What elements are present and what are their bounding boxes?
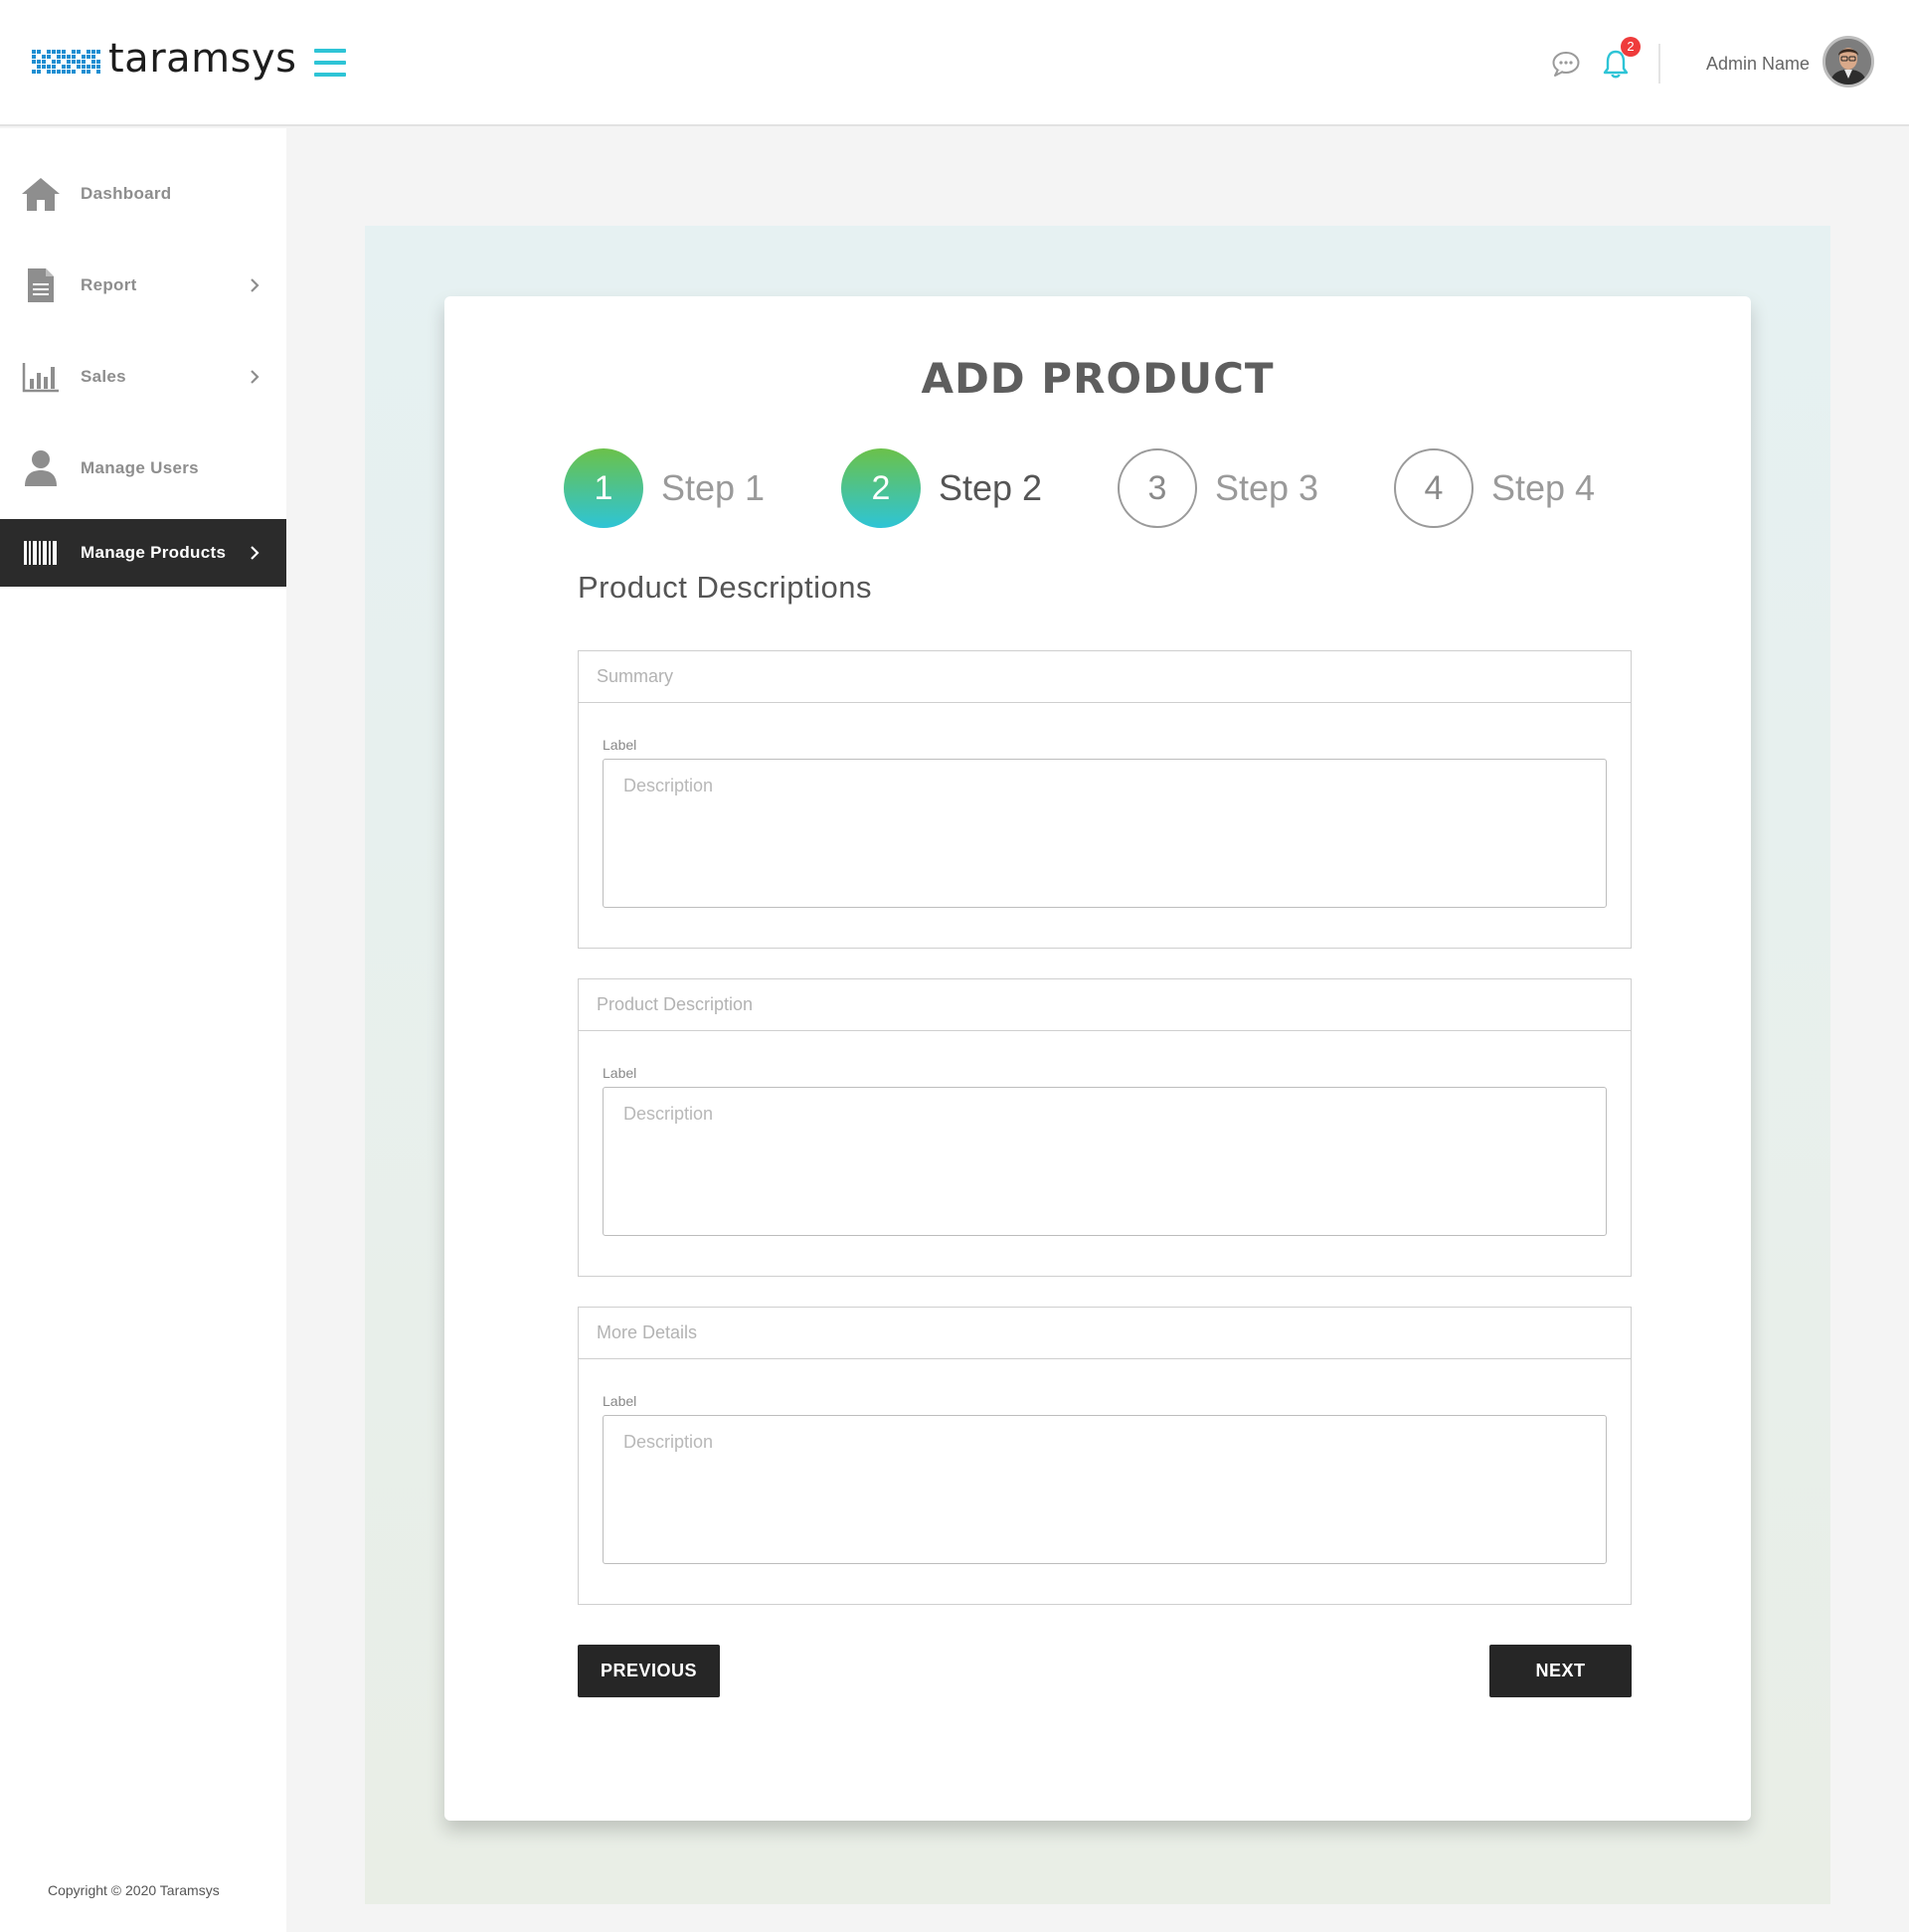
more-details-field-group: More Details Label Description (578, 1307, 1632, 1605)
bar-chart-icon (20, 357, 62, 397)
sidebar-item-sales[interactable]: Sales (0, 343, 286, 411)
chevron-right-icon (251, 278, 260, 292)
step-label: Step 4 (1491, 467, 1596, 508)
product-description-title-input[interactable]: Product Description (579, 979, 1631, 1031)
sidebar-item-label: Manage Products (81, 543, 227, 562)
more-details-description-textarea[interactable]: Description (603, 1415, 1607, 1564)
previous-button[interactable]: PREVIOUS (578, 1645, 720, 1697)
step-3[interactable]: 3 Step 3 (1118, 448, 1318, 528)
section-heading: Product Descriptions (578, 570, 873, 605)
step-label: Step 1 (661, 467, 766, 508)
step-number: 1 (564, 448, 643, 528)
sidebar-item-label: Report (81, 275, 137, 294)
avatar[interactable] (1822, 36, 1874, 88)
add-product-card: ADD PRODUCT 1 Step 1 2 Step 2 3 Step 3 4… (444, 296, 1751, 1821)
header-divider (1658, 44, 1660, 84)
admin-name[interactable]: Admin Name (1690, 52, 1810, 76)
user-icon (20, 448, 62, 488)
summary-description-textarea[interactable]: Description (603, 759, 1607, 908)
field-label: Label (603, 1393, 637, 1409)
brand-name: taramsys (108, 36, 297, 82)
copyright-text: Copyright © 2020 Taramsys (48, 1882, 220, 1898)
step-label: Step 2 (939, 467, 1043, 508)
step-number: 3 (1118, 448, 1197, 528)
sidebar-item-manage-users[interactable]: Manage Users (0, 435, 286, 502)
sidebar-item-label: Manage Users (81, 458, 199, 477)
sidebar-item-dashboard[interactable]: Dashboard (0, 160, 286, 228)
sidebar-item-manage-products[interactable]: Manage Products (0, 519, 286, 587)
page-title: ADD PRODUCT (921, 354, 1275, 403)
summary-title-input[interactable]: Summary (579, 651, 1631, 703)
logo-mark (32, 50, 100, 74)
sidebar: Dashboard Report Sales Manage Users Mana… (0, 128, 286, 1932)
chevron-right-icon (251, 546, 260, 560)
more-details-title-input[interactable]: More Details (579, 1308, 1631, 1359)
document-icon (20, 265, 62, 305)
step-1[interactable]: 1 Step 1 (564, 448, 765, 528)
sidebar-item-report[interactable]: Report (0, 252, 286, 319)
notification-badge: 2 (1621, 37, 1641, 57)
sidebar-item-label: Dashboard (81, 184, 172, 203)
step-number: 4 (1394, 448, 1474, 528)
product-description-field-group: Product Description Label Description (578, 978, 1632, 1277)
top-header: taramsys 2 Admin Name (0, 0, 1909, 126)
barcode-icon (20, 533, 62, 573)
stepper: 1 Step 1 2 Step 2 3 Step 3 4 Step 4 (444, 448, 1751, 528)
step-4[interactable]: 4 Step 4 (1394, 448, 1595, 528)
next-button[interactable]: NEXT (1489, 1645, 1632, 1697)
sidebar-item-label: Sales (81, 367, 126, 386)
chevron-right-icon (251, 370, 260, 384)
chat-icon[interactable] (1551, 50, 1581, 78)
avatar-image (1825, 39, 1871, 85)
hamburger-menu-icon[interactable] (314, 49, 346, 77)
field-label: Label (603, 1065, 637, 1081)
brand-logo[interactable]: taramsys (32, 36, 297, 84)
step-2[interactable]: 2 Step 2 (841, 448, 1042, 528)
field-label: Label (603, 737, 637, 753)
summary-field-group: Summary Label Description (578, 650, 1632, 949)
home-icon (20, 174, 62, 214)
step-label: Step 3 (1215, 467, 1319, 508)
product-description-textarea[interactable]: Description (603, 1087, 1607, 1236)
step-number: 2 (841, 448, 921, 528)
